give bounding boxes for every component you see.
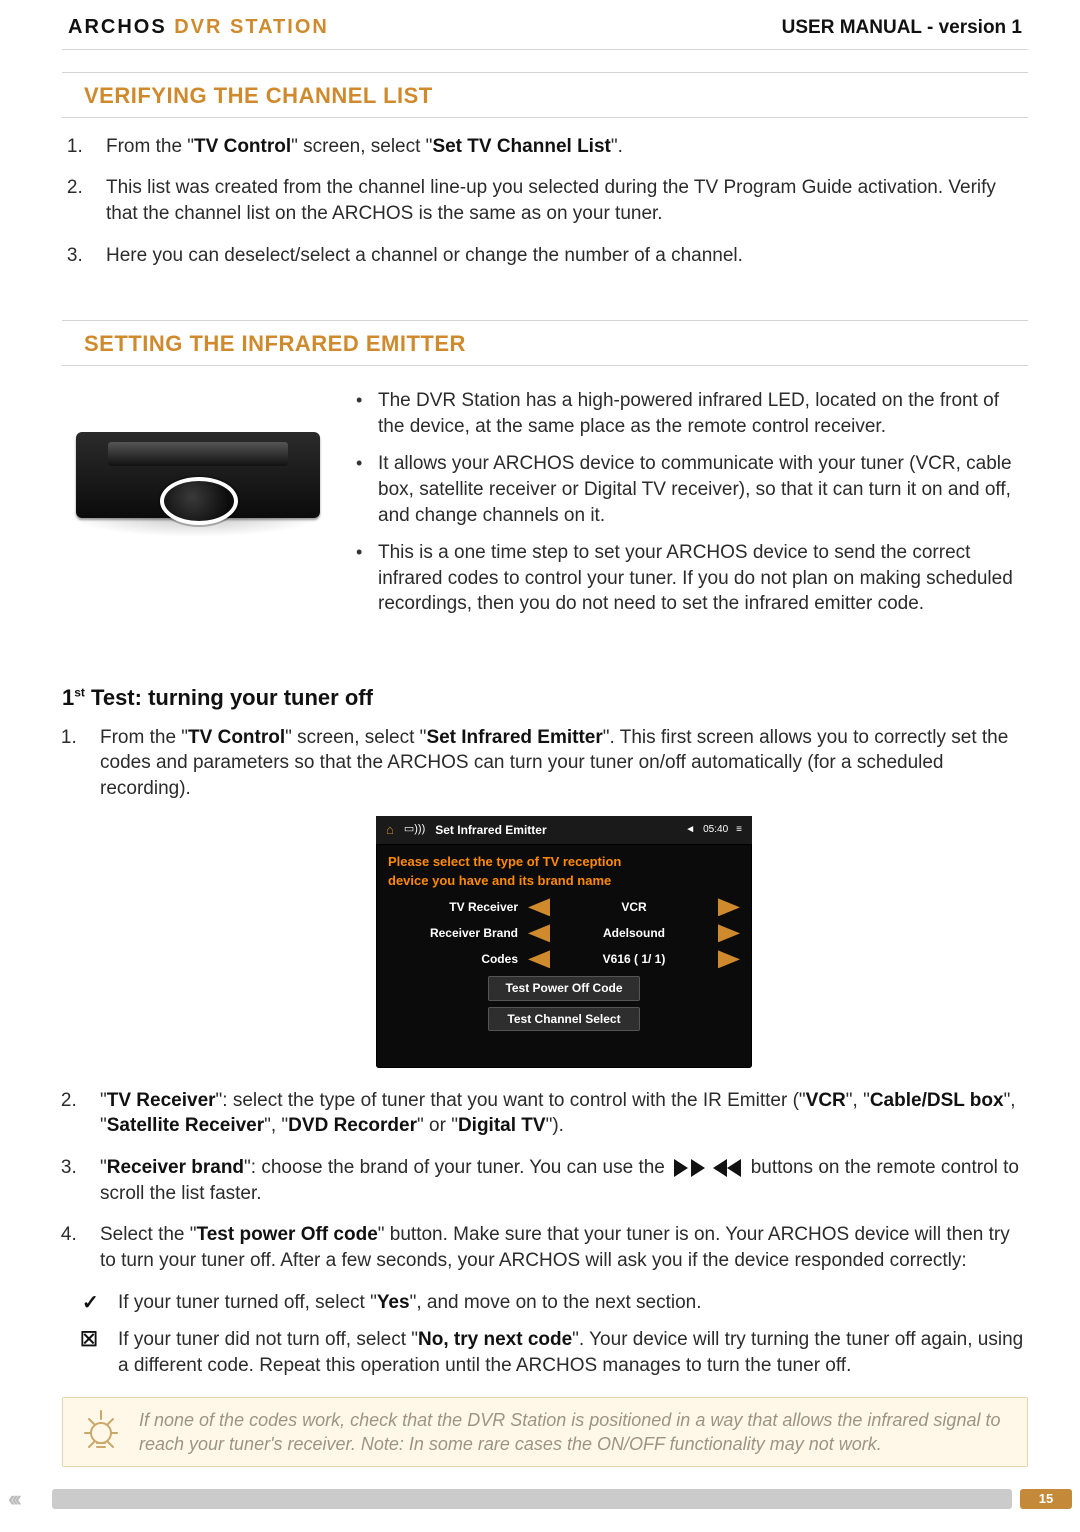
- page: ARCHOS DVR STATION USER MANUAL - version…: [0, 0, 1080, 1532]
- section1-item-1: From the "TV Control" screen, select "Se…: [88, 134, 1022, 160]
- section2-bullet-2: It allows your ARCHOS device to communic…: [348, 451, 1022, 528]
- section2-body: The DVR Station has a high-powered infra…: [62, 372, 1028, 637]
- fast-forward-icon: [674, 1159, 688, 1177]
- fast-forward-icon: [691, 1159, 705, 1177]
- ss-row-receiver-brand: Receiver Brand Adelsound: [388, 924, 740, 942]
- section2-bullets: The DVR Station has a high-powered infra…: [348, 388, 1022, 629]
- section1-body: From the "TV Control" screen, select "Se…: [62, 118, 1028, 293]
- tip-box: If none of the codes work, check that th…: [62, 1397, 1028, 1468]
- page-number: 15: [1020, 1489, 1072, 1509]
- section1-list: From the "TV Control" screen, select "Se…: [88, 134, 1022, 269]
- section2-rule-bottom: [62, 365, 1028, 366]
- result-no: If your tuner did not turn off, select "…: [78, 1327, 1028, 1378]
- battery-icon: ▭))): [404, 822, 425, 837]
- brand: ARCHOS DVR STATION: [68, 14, 329, 41]
- emitter-screenshot: ⌂ ▭))) Set Infrared Emitter ◄ 05:40 ≡ Pl…: [376, 816, 752, 1068]
- left-arrow-icon: [528, 924, 550, 942]
- brand-black: ARCHOS: [68, 16, 167, 38]
- device-figure: [68, 394, 328, 549]
- lightbulb-icon: [81, 1409, 121, 1455]
- page-header: ARCHOS DVR STATION USER MANUAL - version…: [62, 14, 1028, 41]
- section1-item-3: Here you can deselect/select a channel o…: [88, 243, 1022, 269]
- ss-right: ◄ 05:40 ≡: [685, 823, 742, 837]
- device-slot: [108, 442, 288, 466]
- menu-icon: ≡: [736, 823, 742, 837]
- section2-title: SETTING THE INFRARED EMITTER: [62, 321, 1028, 365]
- test-steps: From the "TV Control" screen, select "Se…: [82, 725, 1028, 1274]
- right-arrow-icon: [718, 924, 740, 942]
- device-ir-led: [160, 477, 238, 525]
- test-step-4: Select the "Test power Off code" button.…: [82, 1222, 1028, 1273]
- ss-row-tv-receiver: TV Receiver VCR: [388, 898, 740, 916]
- section1-item-2: This list was created from the channel l…: [88, 175, 1022, 226]
- fast-fwd-rev-icons: [674, 1155, 741, 1181]
- tip-text: If none of the codes work, check that th…: [139, 1408, 1009, 1457]
- back-arrow-icon: ◄: [685, 823, 695, 837]
- ss-row-codes: Codes V616 ( 1/ 1): [388, 950, 740, 968]
- footer-mark-icon: ‹‹‹: [0, 1484, 48, 1514]
- test-step-1: From the "TV Control" screen, select "Se…: [82, 725, 1028, 1068]
- right-arrow-icon: [718, 898, 740, 916]
- ss-btn-test-channel-select: Test Channel Select: [488, 1007, 640, 1031]
- right-arrow-icon: [718, 950, 740, 968]
- section2-bullet-3: This is a one time step to set your ARCH…: [348, 540, 1022, 617]
- ss-clock: 05:40: [703, 823, 728, 837]
- left-arrow-icon: [528, 898, 550, 916]
- result-yes: If your tuner turned off, select "Yes", …: [78, 1290, 1028, 1316]
- section1-title: VERIFYING THE CHANNEL LIST: [62, 73, 1028, 117]
- home-icon: ⌂: [386, 821, 394, 839]
- fast-rewind-icon: [713, 1159, 727, 1177]
- footer-bar: [52, 1489, 1012, 1509]
- manual-version: USER MANUAL - version 1: [782, 15, 1022, 41]
- ss-prompt: Please select the type of TV reception d…: [376, 845, 752, 891]
- ss-title: Set Infrared Emitter: [435, 822, 546, 838]
- footer: ‹‹‹ 15: [0, 1484, 1080, 1514]
- fast-rewind-icon: [727, 1159, 741, 1177]
- test-step-3: "Receiver brand": choose the brand of yo…: [82, 1155, 1028, 1206]
- first-test-heading: 1st Test: turning your tuner off: [62, 683, 1028, 713]
- ss-topbar: ⌂ ▭))) Set Infrared Emitter ◄ 05:40 ≡: [376, 816, 752, 845]
- brand-orange: DVR STATION: [174, 16, 329, 38]
- header-rule: [62, 49, 1028, 50]
- ss-btn-test-power-off: Test Power Off Code: [488, 976, 640, 1000]
- section2-bullet-1: The DVR Station has a high-powered infra…: [348, 388, 1022, 439]
- left-arrow-icon: [528, 950, 550, 968]
- test-step-2: "TV Receiver": select the type of tuner …: [82, 1088, 1028, 1139]
